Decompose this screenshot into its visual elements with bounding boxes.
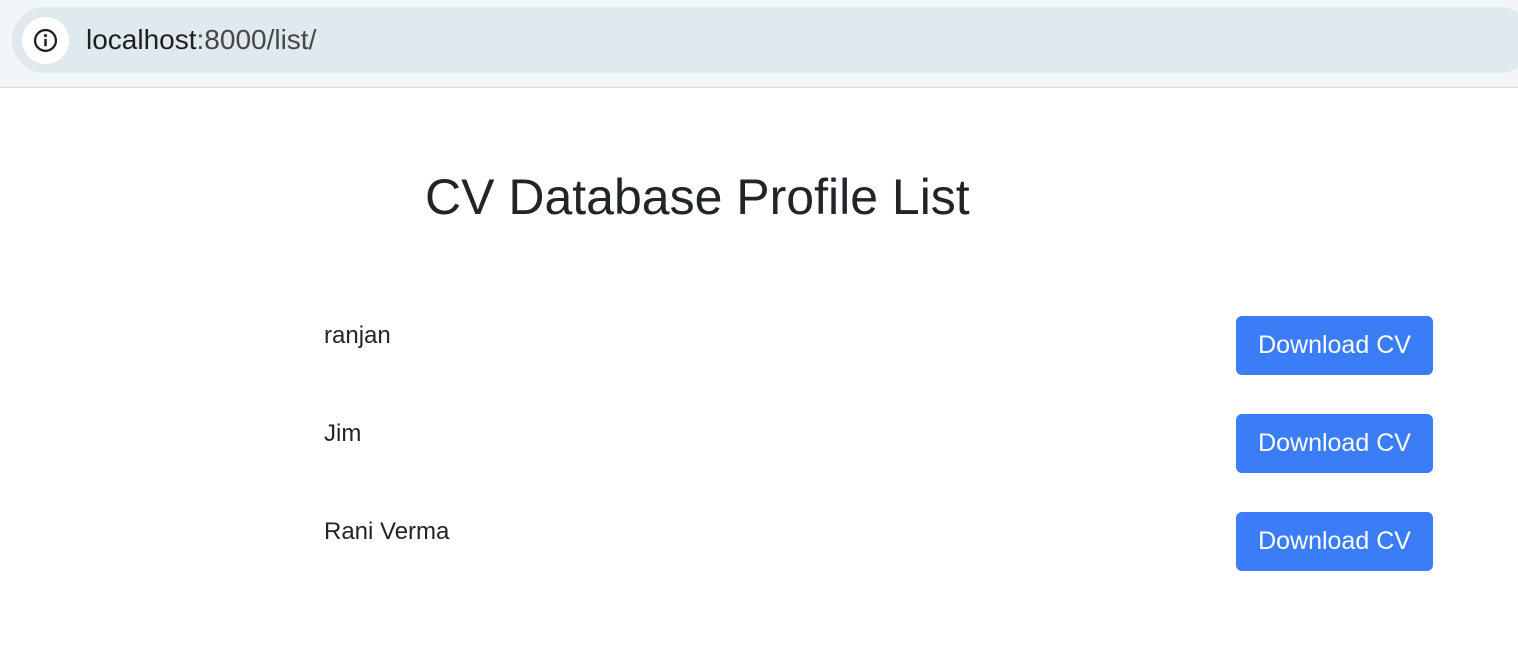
- url-path: :8000/list/: [196, 24, 317, 55]
- download-cv-button[interactable]: Download CV: [1236, 414, 1433, 473]
- site-info-button[interactable]: [22, 17, 69, 64]
- profile-name: ranjan: [324, 322, 391, 349]
- profile-list: ranjan Download CV Jim Download CV Rani …: [324, 316, 1434, 610]
- url-host: localhost: [86, 24, 197, 55]
- profile-row: Jim Download CV: [324, 414, 1434, 512]
- download-cv-button[interactable]: Download CV: [1236, 512, 1433, 571]
- download-cv-button[interactable]: Download CV: [1236, 316, 1433, 375]
- profile-row: ranjan Download CV: [324, 316, 1434, 414]
- url-text[interactable]: localhost:8000/list/: [86, 21, 316, 59]
- info-icon: [33, 28, 58, 53]
- profile-name: Rani Verma: [324, 518, 450, 545]
- browser-toolbar: localhost:8000/list/: [0, 0, 1518, 88]
- page-title: CV Database Profile List: [425, 169, 970, 225]
- profile-row: Rani Verma Download CV: [324, 512, 1434, 610]
- profile-name: Jim: [324, 420, 362, 447]
